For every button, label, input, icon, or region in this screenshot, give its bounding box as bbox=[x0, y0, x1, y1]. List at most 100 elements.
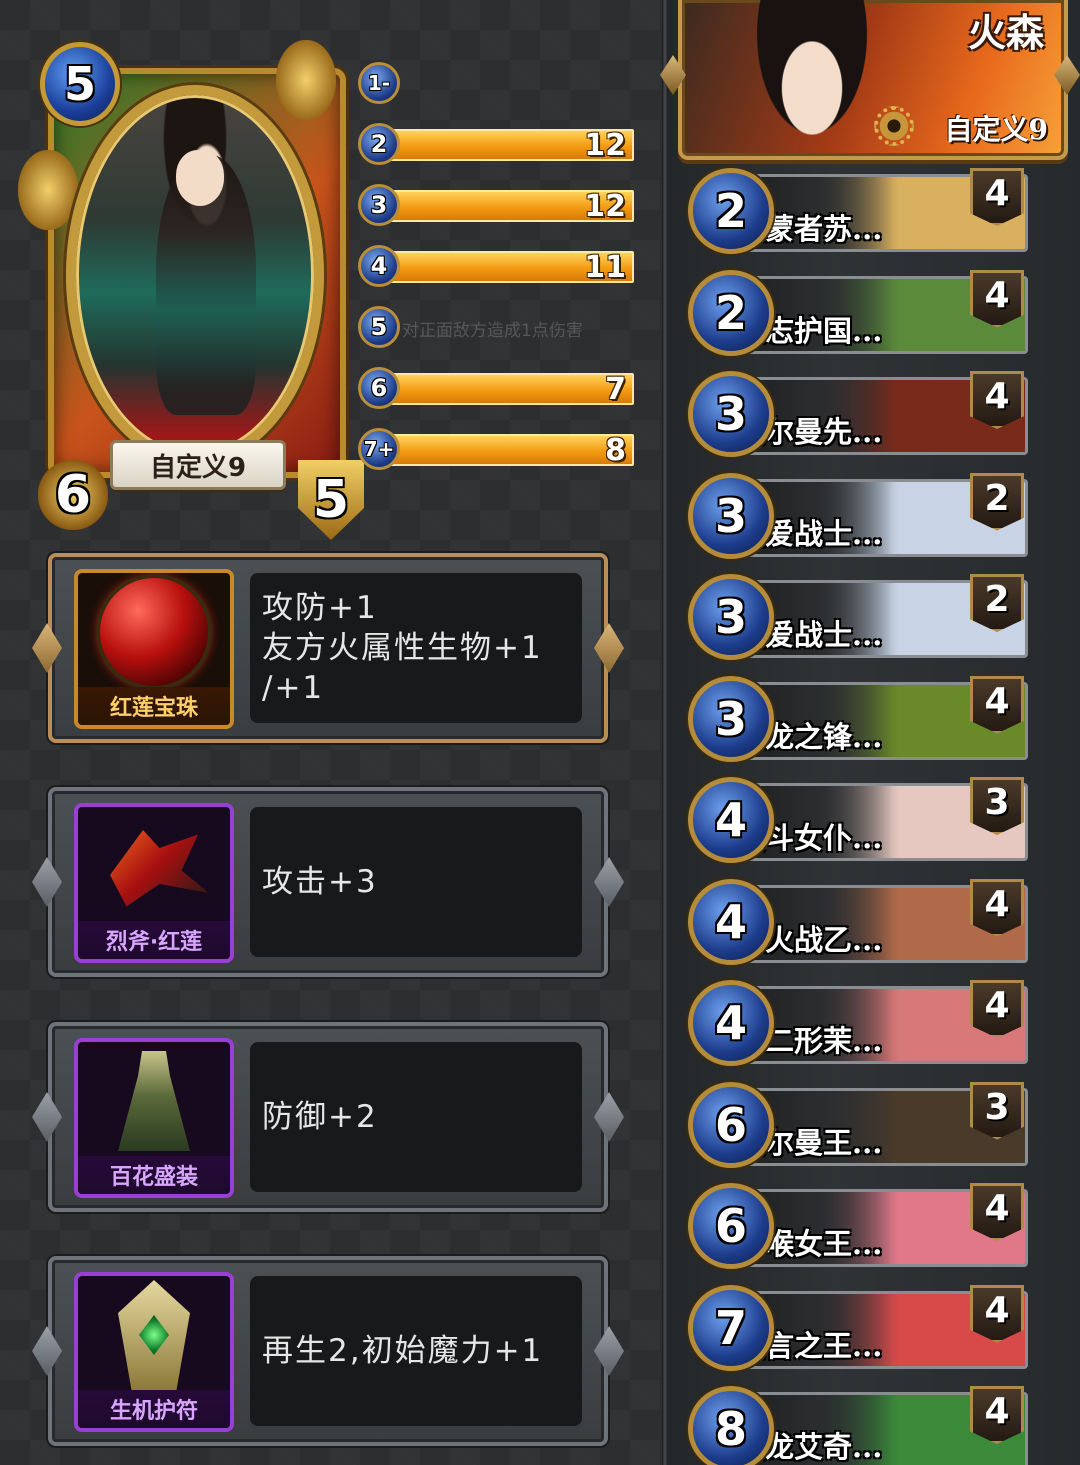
deck-card-row[interactable]: 怒火战乙... 4 4 bbox=[688, 878, 1033, 971]
deck-card-cost: 6 bbox=[714, 1199, 747, 1253]
equipment-slot[interactable]: 红莲宝珠 攻防+1 友方火属性生物+1 /+1 bbox=[32, 553, 624, 743]
equipment-icon-tile[interactable]: 红莲宝珠 bbox=[74, 569, 234, 729]
deck-card-row[interactable]: 壮志护国... 2 4 bbox=[688, 269, 1033, 362]
deck-card-cost: 7 bbox=[714, 1300, 747, 1355]
deck-card-cost: 3 bbox=[714, 590, 747, 644]
mana-curve-row: 67 bbox=[358, 365, 643, 409]
mana-gem-icon: 4 bbox=[358, 245, 400, 287]
deck-card-row[interactable]: 谎言之王... 7 4 bbox=[688, 1284, 1033, 1377]
deck-card-row[interactable]: 青龙之锋... 3 4 bbox=[688, 675, 1033, 768]
amulet-icon bbox=[118, 1280, 190, 1390]
mana-curve-count: 12 bbox=[584, 188, 626, 224]
mana-curve-cost: 1- bbox=[367, 71, 391, 95]
mana-gem-icon: 6 bbox=[358, 367, 400, 409]
red-orb-icon bbox=[100, 578, 208, 686]
deck-card-cost: 4 bbox=[714, 793, 747, 847]
deck-card-cost: 8 bbox=[714, 1402, 747, 1456]
deck-card-cost-gem: 3 bbox=[688, 675, 774, 762]
deck-card-row[interactable]: 纯爱战士... 3 2 bbox=[688, 574, 1033, 666]
deck-card-row[interactable]: 决斗女仆... 4 3 bbox=[688, 777, 1033, 869]
deck-card-cost: 4 bbox=[714, 996, 747, 1050]
hero-card[interactable]: 5 自定义9 6 5 bbox=[18, 40, 364, 540]
equipment-slot[interactable]: 生机护符 再生2,初始魔力+1 bbox=[32, 1256, 624, 1446]
mana-curve-count: 11 bbox=[584, 249, 626, 285]
hero-portrait bbox=[66, 85, 324, 465]
mana-curve-count: 12 bbox=[584, 127, 626, 163]
mana-curve-bar: 11 bbox=[386, 249, 634, 285]
mana-curve-bar: 7 bbox=[386, 372, 634, 407]
mana-gem-icon: 2 bbox=[358, 123, 400, 165]
mana-curve-cost: 6 bbox=[370, 374, 388, 402]
mana-curve-cost: 4 bbox=[370, 252, 388, 280]
deck-card-count: 4 bbox=[984, 1289, 1010, 1331]
deck-card-count: 4 bbox=[984, 1391, 1010, 1432]
deck-card-row[interactable]: 千喉女王... 6 4 bbox=[688, 1183, 1033, 1275]
hero-face bbox=[176, 150, 224, 206]
mana-curve-count: 8 bbox=[605, 432, 626, 468]
hero-name-banner: 自定义9 bbox=[110, 440, 286, 490]
mana-curve-bar: 12 bbox=[386, 188, 634, 224]
equipment-description: 防御+2 bbox=[262, 1099, 378, 1135]
deck-card-count: 3 bbox=[984, 1086, 1010, 1128]
gear-icon[interactable] bbox=[874, 106, 914, 146]
deck-card-cost: 2 bbox=[714, 184, 747, 238]
equipment-icon-tile[interactable]: 百花盛装 bbox=[74, 1038, 234, 1198]
deck-card-row[interactable]: 凯尔曼先... 3 4 bbox=[688, 371, 1033, 463]
deck-card-count: 4 bbox=[984, 1188, 1010, 1229]
equipment-name: 百花盛装 bbox=[78, 1156, 230, 1194]
hero-banner-portrait bbox=[742, 0, 882, 156]
deck-card-cost-gem: 7 bbox=[688, 1284, 774, 1371]
deck-card-cost: 3 bbox=[714, 387, 747, 441]
deck-card-row[interactable]: 凯尔曼王... 6 3 bbox=[688, 1081, 1033, 1174]
deck-card-cost: 3 bbox=[714, 488, 747, 543]
equipment-name: 生机护符 bbox=[78, 1390, 230, 1428]
deck-card-cost-gem: 2 bbox=[688, 168, 774, 254]
deck-card-cost: 4 bbox=[714, 894, 747, 949]
equipment-slot[interactable]: 烈斧·红莲 攻击+3 bbox=[32, 787, 624, 977]
mana-gem-icon: 5 bbox=[358, 306, 400, 348]
deck-card-cost-gem: 8 bbox=[688, 1386, 774, 1465]
mana-curve-row: 4 11 bbox=[358, 243, 643, 287]
deck-card-cost-gem: 6 bbox=[688, 1183, 774, 1269]
deck-card-row[interactable]: 蚀龙艾奇... 8 4 bbox=[688, 1386, 1033, 1465]
deck-card-cost-gem: 3 bbox=[688, 472, 774, 559]
deck-card-row[interactable]: 启蒙者苏... 2 4 bbox=[688, 168, 1033, 260]
deck-card-row[interactable]: 第二形茉... 4 4 bbox=[688, 980, 1033, 1072]
mana-curve-cost: 5 bbox=[370, 313, 388, 341]
deck-card-row[interactable]: 纯爱战士... 3 2 bbox=[688, 472, 1033, 565]
deck-card-count: 3 bbox=[984, 782, 1010, 823]
deck-card-cost: 2 bbox=[714, 285, 747, 340]
equipment-icon-tile[interactable]: 生机护符 bbox=[74, 1272, 234, 1432]
equipment-description: 攻防+1 友方火属性生物+1 /+1 bbox=[262, 590, 543, 706]
equipment-icon-tile[interactable]: 烈斧·红莲 bbox=[74, 803, 234, 963]
ornament-icon bbox=[276, 40, 336, 120]
deck-card-count: 2 bbox=[984, 477, 1010, 519]
deck-card-count: 4 bbox=[984, 274, 1010, 316]
mana-curve-note: 对正面敌方造成1点伤害 bbox=[402, 321, 583, 341]
equipment-description-box: 攻击+3 bbox=[250, 807, 582, 957]
mana-curve-bar: 12 bbox=[386, 127, 634, 163]
mana-curve-cost: 2 bbox=[370, 130, 388, 158]
equipment-art bbox=[78, 1042, 230, 1160]
mana-curve-row: 1- bbox=[358, 60, 643, 104]
equipment-art bbox=[78, 573, 230, 691]
deck-hero-banner[interactable]: 火森 自定义9 bbox=[678, 0, 1068, 160]
deck-card-count: 4 bbox=[984, 985, 1010, 1026]
equipment-description-box: 防御+2 bbox=[250, 1042, 582, 1192]
equipment-art bbox=[78, 807, 230, 925]
mana-curve-row: 7+ 8 bbox=[358, 426, 643, 470]
equipment-slot[interactable]: 百花盛装 防御+2 bbox=[32, 1022, 624, 1212]
hero-attack-badge: 6 bbox=[38, 460, 108, 530]
deck-card-count: 4 bbox=[984, 883, 1010, 925]
mana-curve-bar: 8 bbox=[386, 432, 634, 468]
deck-card-count: 2 bbox=[984, 579, 1010, 620]
mana-curve-cost: 3 bbox=[370, 191, 388, 219]
equipment-description: 攻击+3 bbox=[262, 864, 378, 900]
equipment-description: 再生2,初始魔力+1 bbox=[262, 1333, 544, 1369]
mana-curve-row: 2 12 bbox=[358, 121, 643, 165]
deck-card-cost-gem: 4 bbox=[688, 980, 774, 1066]
deck-hero-title: 火森 bbox=[967, 10, 1044, 55]
hero-health: 5 bbox=[312, 470, 350, 530]
equipment-description-box: 攻防+1 友方火属性生物+1 /+1 bbox=[250, 573, 582, 723]
deck-card-cost: 3 bbox=[714, 691, 747, 746]
